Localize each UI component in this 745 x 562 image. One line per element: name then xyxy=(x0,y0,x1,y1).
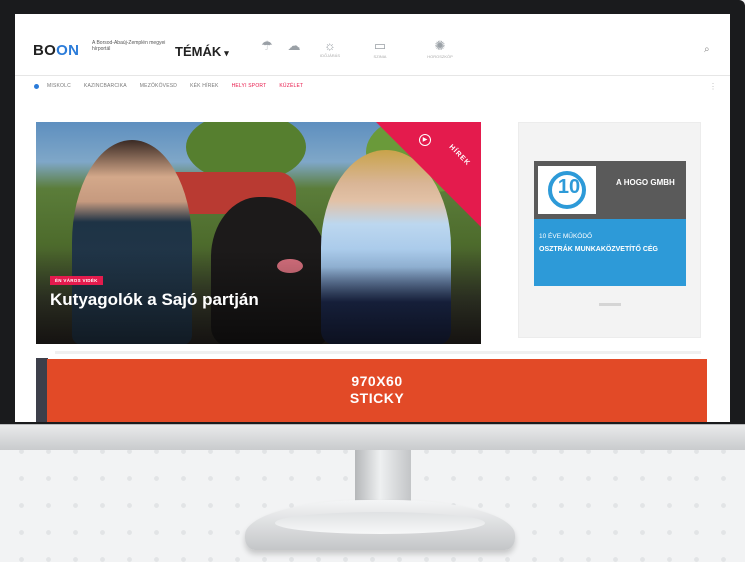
play-icon: ▶ xyxy=(419,134,431,146)
ad-top-band: 10 A HOGO GMBH xyxy=(534,161,686,219)
ad-line2: OSZTRÁK MUNKAKÖZVETÍTŐ CÉG xyxy=(539,246,658,253)
monitor-mockup: BOON A Borsod-Abaúj-Zemplén megyei hírpo… xyxy=(0,0,745,562)
nav-item-kek-hirek[interactable]: KÉK HÍREK xyxy=(190,83,218,89)
nav-item-miskolc[interactable]: MISKOLC xyxy=(47,83,71,89)
ad-line1: 10 ÉVE MŰKÖDŐ xyxy=(539,233,593,240)
hero-article[interactable]: ▶ HÍREK ÉN VÁROS VIDÉK Kutyagolók a Sajó… xyxy=(36,122,481,344)
weather-icon[interactable]: ☼ IDŐJÁRÁS xyxy=(313,38,347,64)
article-row-divider xyxy=(55,351,701,354)
monitor-base xyxy=(245,500,515,550)
sidebar-ad-slot: 10 A HOGO GMBH 10 ÉVE MŰKÖDŐ OSZTRÁK MUN… xyxy=(518,122,701,338)
ad-logo: 10 xyxy=(538,166,596,214)
szinia-icon[interactable]: ▭ SZINIA xyxy=(363,38,397,64)
category-nav: MISKOLC KAZINCBARCIKA MEZŐKÖVESD KÉK HÍR… xyxy=(15,76,730,98)
horoscope-icon[interactable]: ✺ HOROSZKÓP xyxy=(423,38,457,64)
search-icon[interactable]: ⌕ xyxy=(704,44,716,56)
ad-company: A HOGO GMBH xyxy=(616,178,675,187)
sticky-ad-placeholder[interactable]: 970X60 STICKY xyxy=(47,359,707,422)
chevron-down-icon: ▾ xyxy=(224,48,229,58)
monitor-chin xyxy=(0,424,745,450)
nav-bullet-icon xyxy=(34,84,39,89)
ad-logo-number: 10 xyxy=(557,176,581,198)
site-header: BOON A Borsod-Abaúj-Zemplén megyei hírpo… xyxy=(15,14,730,76)
nav-item-kozelet[interactable]: KÜZÉLET xyxy=(279,83,303,89)
monitor-screen: BOON A Borsod-Abaúj-Zemplén megyei hírpo… xyxy=(15,14,730,422)
category-badge[interactable]: ÉN VÁROS VIDÉK xyxy=(50,276,103,285)
nav-item-helyi-sport[interactable]: HELYI SPORT xyxy=(232,83,267,89)
sticky-size-label: 970X60 xyxy=(351,373,403,389)
more-icon[interactable]: ⋮ xyxy=(709,82,717,91)
topics-menu[interactable]: TÉMÁK ▾ xyxy=(175,44,229,59)
nav-item-kazincbarcika[interactable]: KAZINCBARCIKA xyxy=(84,83,127,89)
ad-indicator xyxy=(599,303,621,306)
site-logo[interactable]: BOON xyxy=(33,42,79,59)
site-tagline: A Borsod-Abaúj-Zemplén megyei hírportál xyxy=(92,40,166,52)
nav-item-mezokovesd[interactable]: MEZŐKÖVESD xyxy=(140,83,177,89)
hero-headline[interactable]: Kutyagolók a Sajó partján xyxy=(50,290,259,310)
cloud-icon[interactable]: ☁ xyxy=(277,38,311,64)
hogo-ad-banner[interactable]: 10 A HOGO GMBH 10 ÉVE MŰKÖDŐ OSZTRÁK MUN… xyxy=(534,161,686,286)
sticky-type-label: STICKY xyxy=(349,390,405,406)
